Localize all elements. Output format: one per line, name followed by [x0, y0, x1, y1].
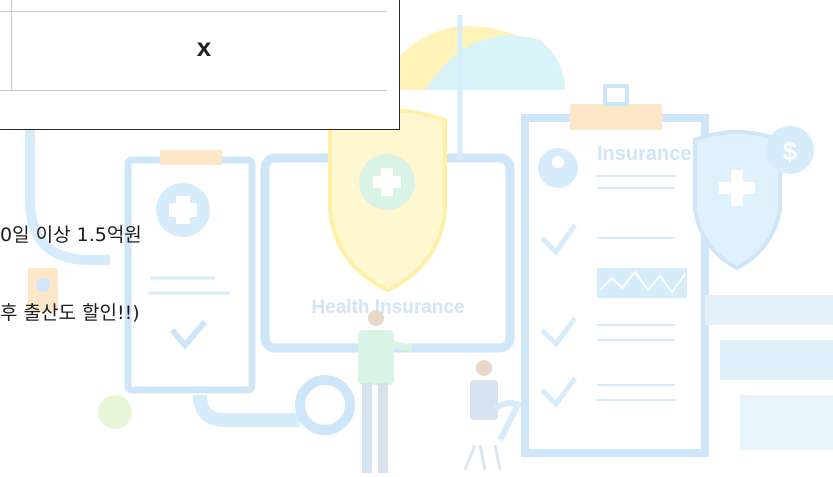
dollar-symbol: $ — [783, 136, 798, 166]
content-line-2: 후 출산도 할인!!) — [0, 302, 140, 324]
close-button[interactable]: x — [189, 29, 219, 65]
popup-panel: x — [0, 0, 400, 130]
insurance-clipboard-icon: Insurance — [521, 84, 709, 457]
health-insurance-label: Health Insurance — [311, 297, 464, 318]
person-icon — [358, 310, 413, 473]
table-divider — [11, 0, 12, 90]
table-divider — [0, 90, 387, 91]
shield-icon — [328, 108, 447, 293]
books-icon — [705, 295, 833, 450]
clipboard-icon — [28, 150, 256, 394]
seated-person-icon — [463, 360, 522, 471]
insurance-label: Insurance — [597, 143, 691, 165]
table-divider — [0, 11, 387, 12]
content-line-1: 0일 이상 1.5억원 — [0, 224, 142, 246]
dollar-shield-icon: $ — [693, 126, 814, 271]
